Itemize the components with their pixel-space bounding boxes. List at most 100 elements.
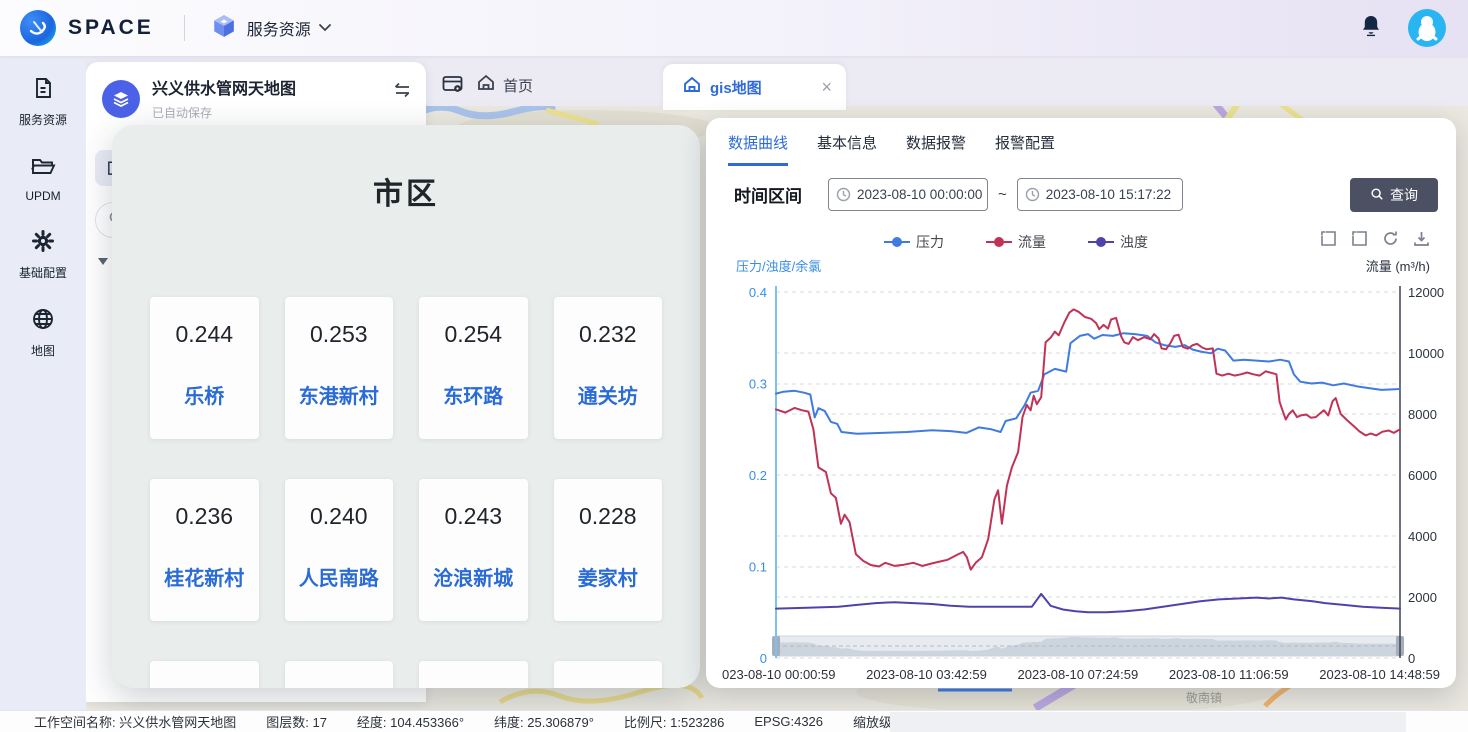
time-start-field: [828, 178, 988, 211]
legend-item[interactable]: 流量: [986, 232, 1046, 252]
status-item: 比例尺: 1:523286: [624, 712, 724, 731]
station-card[interactable]: 0.232 通关坊: [554, 297, 663, 439]
chart-legend: 压力 流量 浊度: [706, 232, 1326, 252]
detail-tab-3[interactable]: 报警配置: [995, 132, 1055, 166]
close-icon[interactable]: ×: [821, 78, 832, 96]
x-tick-label: 2023-08-10 03:42:59: [866, 667, 987, 682]
status-item: 工作空间名称: 兴义供水管网天地图: [34, 712, 236, 731]
download-icon[interactable]: [1413, 230, 1430, 252]
left-tick-label: 0.1: [749, 560, 767, 575]
zoom-box-icon[interactable]: [1320, 230, 1337, 252]
chevron-down-icon[interactable]: [319, 19, 331, 37]
station-name: 通关坊: [578, 380, 638, 409]
left-tick-label: 0.2: [749, 468, 767, 483]
station-card-partial[interactable]: [554, 661, 663, 688]
station-value: 0.236: [175, 503, 233, 530]
cube-icon: [211, 13, 237, 44]
left-tick-label: 0: [760, 651, 767, 664]
swap-workspace-icon[interactable]: [392, 82, 412, 103]
panel-toggle-icon[interactable]: [442, 75, 463, 99]
tree-collapse-caret[interactable]: [98, 258, 108, 265]
clock-icon: [836, 187, 851, 207]
station-name: 人民南路: [299, 562, 379, 591]
right-tick-label: 8000: [1408, 407, 1437, 422]
station-name: 沧浪新城: [433, 562, 513, 591]
avatar[interactable]: [1408, 9, 1446, 47]
document-icon: [31, 76, 55, 105]
station-card[interactable]: 0.253 东港新村: [285, 297, 394, 439]
time-end-input[interactable]: [1046, 179, 1174, 210]
sidebar-item-base-config[interactable]: 基础配置: [19, 229, 67, 281]
station-value: 0.253: [310, 321, 368, 348]
series-流量: [776, 309, 1400, 569]
detail-tabs: 数据曲线基本信息数据报警报警配置: [728, 132, 1055, 166]
legend-item[interactable]: 压力: [884, 232, 944, 252]
query-button-label: 查询: [1390, 185, 1418, 205]
brand-text: SPACE: [68, 16, 154, 40]
left-rail: 服务资源 UPDM 基础配置: [0, 56, 86, 710]
detail-tab-0[interactable]: 数据曲线: [728, 132, 788, 166]
search-icon: [1370, 187, 1384, 204]
folder-icon: [30, 154, 56, 183]
station-card-partial[interactable]: [419, 661, 528, 688]
legend-marker-icon: [1088, 237, 1114, 247]
right-tick-label: 10000: [1408, 346, 1444, 361]
tab-gis-map[interactable]: gis地图 ×: [663, 64, 846, 110]
gear-icon: [31, 229, 55, 258]
detail-tab-1[interactable]: 基本信息: [817, 132, 877, 166]
x-tick-label: 2023-08-10 14:48:59: [1319, 667, 1440, 682]
right-tick-label: 0: [1408, 651, 1415, 664]
app-root: 敬南镇 SPACE 服务资源: [0, 0, 1468, 732]
sidebar-item-updm[interactable]: UPDM: [25, 154, 60, 203]
chart-toolbox: [1320, 230, 1430, 252]
topbar-divider: [184, 15, 185, 41]
tab-home[interactable]: 首页: [477, 74, 533, 96]
status-bar-filler: [890, 712, 1406, 732]
station-card[interactable]: 0.240人民南路: [285, 479, 394, 621]
station-card-partial[interactable]: [150, 661, 259, 688]
query-button[interactable]: 查询: [1350, 178, 1438, 212]
clock-icon: [1025, 187, 1040, 207]
notification-bell-icon[interactable]: [1360, 14, 1382, 43]
map-town-label: 敬南镇: [1186, 690, 1222, 705]
station-value: 0.244: [175, 321, 233, 348]
zoom-restore-icon[interactable]: [1351, 230, 1368, 252]
status-item: 纬度: 25.306879°: [494, 712, 594, 731]
status-item: 经度: 104.453366°: [357, 712, 464, 731]
station-card[interactable]: 0.244 乐桥: [150, 297, 259, 439]
sidebar-item-label: 基础配置: [19, 264, 67, 281]
time-start-input[interactable]: [857, 179, 985, 210]
station-name: 东港新村: [299, 380, 379, 409]
station-card[interactable]: 0.228姜家村: [554, 479, 663, 621]
legend-item[interactable]: 浊度: [1088, 232, 1148, 252]
station-value: 0.254: [444, 321, 502, 348]
refresh-icon[interactable]: [1382, 230, 1399, 252]
district-modal: 市区 0.244乐桥0.253东港新村0.254东环路0.232通关坊0.236…: [112, 125, 700, 688]
nav-service-resources[interactable]: 服务资源: [247, 16, 311, 40]
station-value: 0.232: [579, 321, 637, 348]
station-card-partial[interactable]: [285, 661, 394, 688]
home-icon: [477, 74, 495, 96]
sidebar-item-label: UPDM: [25, 189, 60, 203]
sidebar-item-label: 服务资源: [19, 111, 67, 128]
right-tick-label: 6000: [1408, 468, 1437, 483]
station-name: 东环路: [443, 380, 503, 409]
layers-icon: [102, 80, 140, 118]
x-tick-label: 023-08-10 00:00:59: [722, 667, 835, 682]
app-logo-icon[interactable]: [20, 10, 56, 46]
right-tick-label: 12000: [1408, 285, 1444, 300]
tab-label: gis地图: [710, 77, 762, 98]
station-card[interactable]: 0.243沧浪新城: [419, 479, 528, 621]
detail-tab-2[interactable]: 数据报警: [906, 132, 966, 166]
station-card[interactable]: 0.236桂花新村: [150, 479, 259, 621]
sidebar-item-service-resources[interactable]: 服务资源: [19, 76, 67, 128]
chart-plot-svg[interactable]: 0.40.30.20.10120001000080006000400020000: [706, 264, 1456, 664]
sidebar-item-map[interactable]: 地图: [31, 307, 55, 359]
x-axis-labels: 023-08-10 00:00:59 2023-08-10 03:42:59 202…: [722, 667, 1440, 682]
station-value: 0.228: [579, 503, 637, 530]
x-tick-label: 2023-08-10 07:24:59: [1017, 667, 1138, 682]
station-card[interactable]: 0.254 东环路: [419, 297, 528, 439]
station-name: 乐桥: [184, 380, 224, 409]
left-tick-label: 0.4: [749, 285, 767, 300]
station-detail-panel: 数据曲线基本信息数据报警报警配置 时间区间 ~: [706, 118, 1456, 688]
